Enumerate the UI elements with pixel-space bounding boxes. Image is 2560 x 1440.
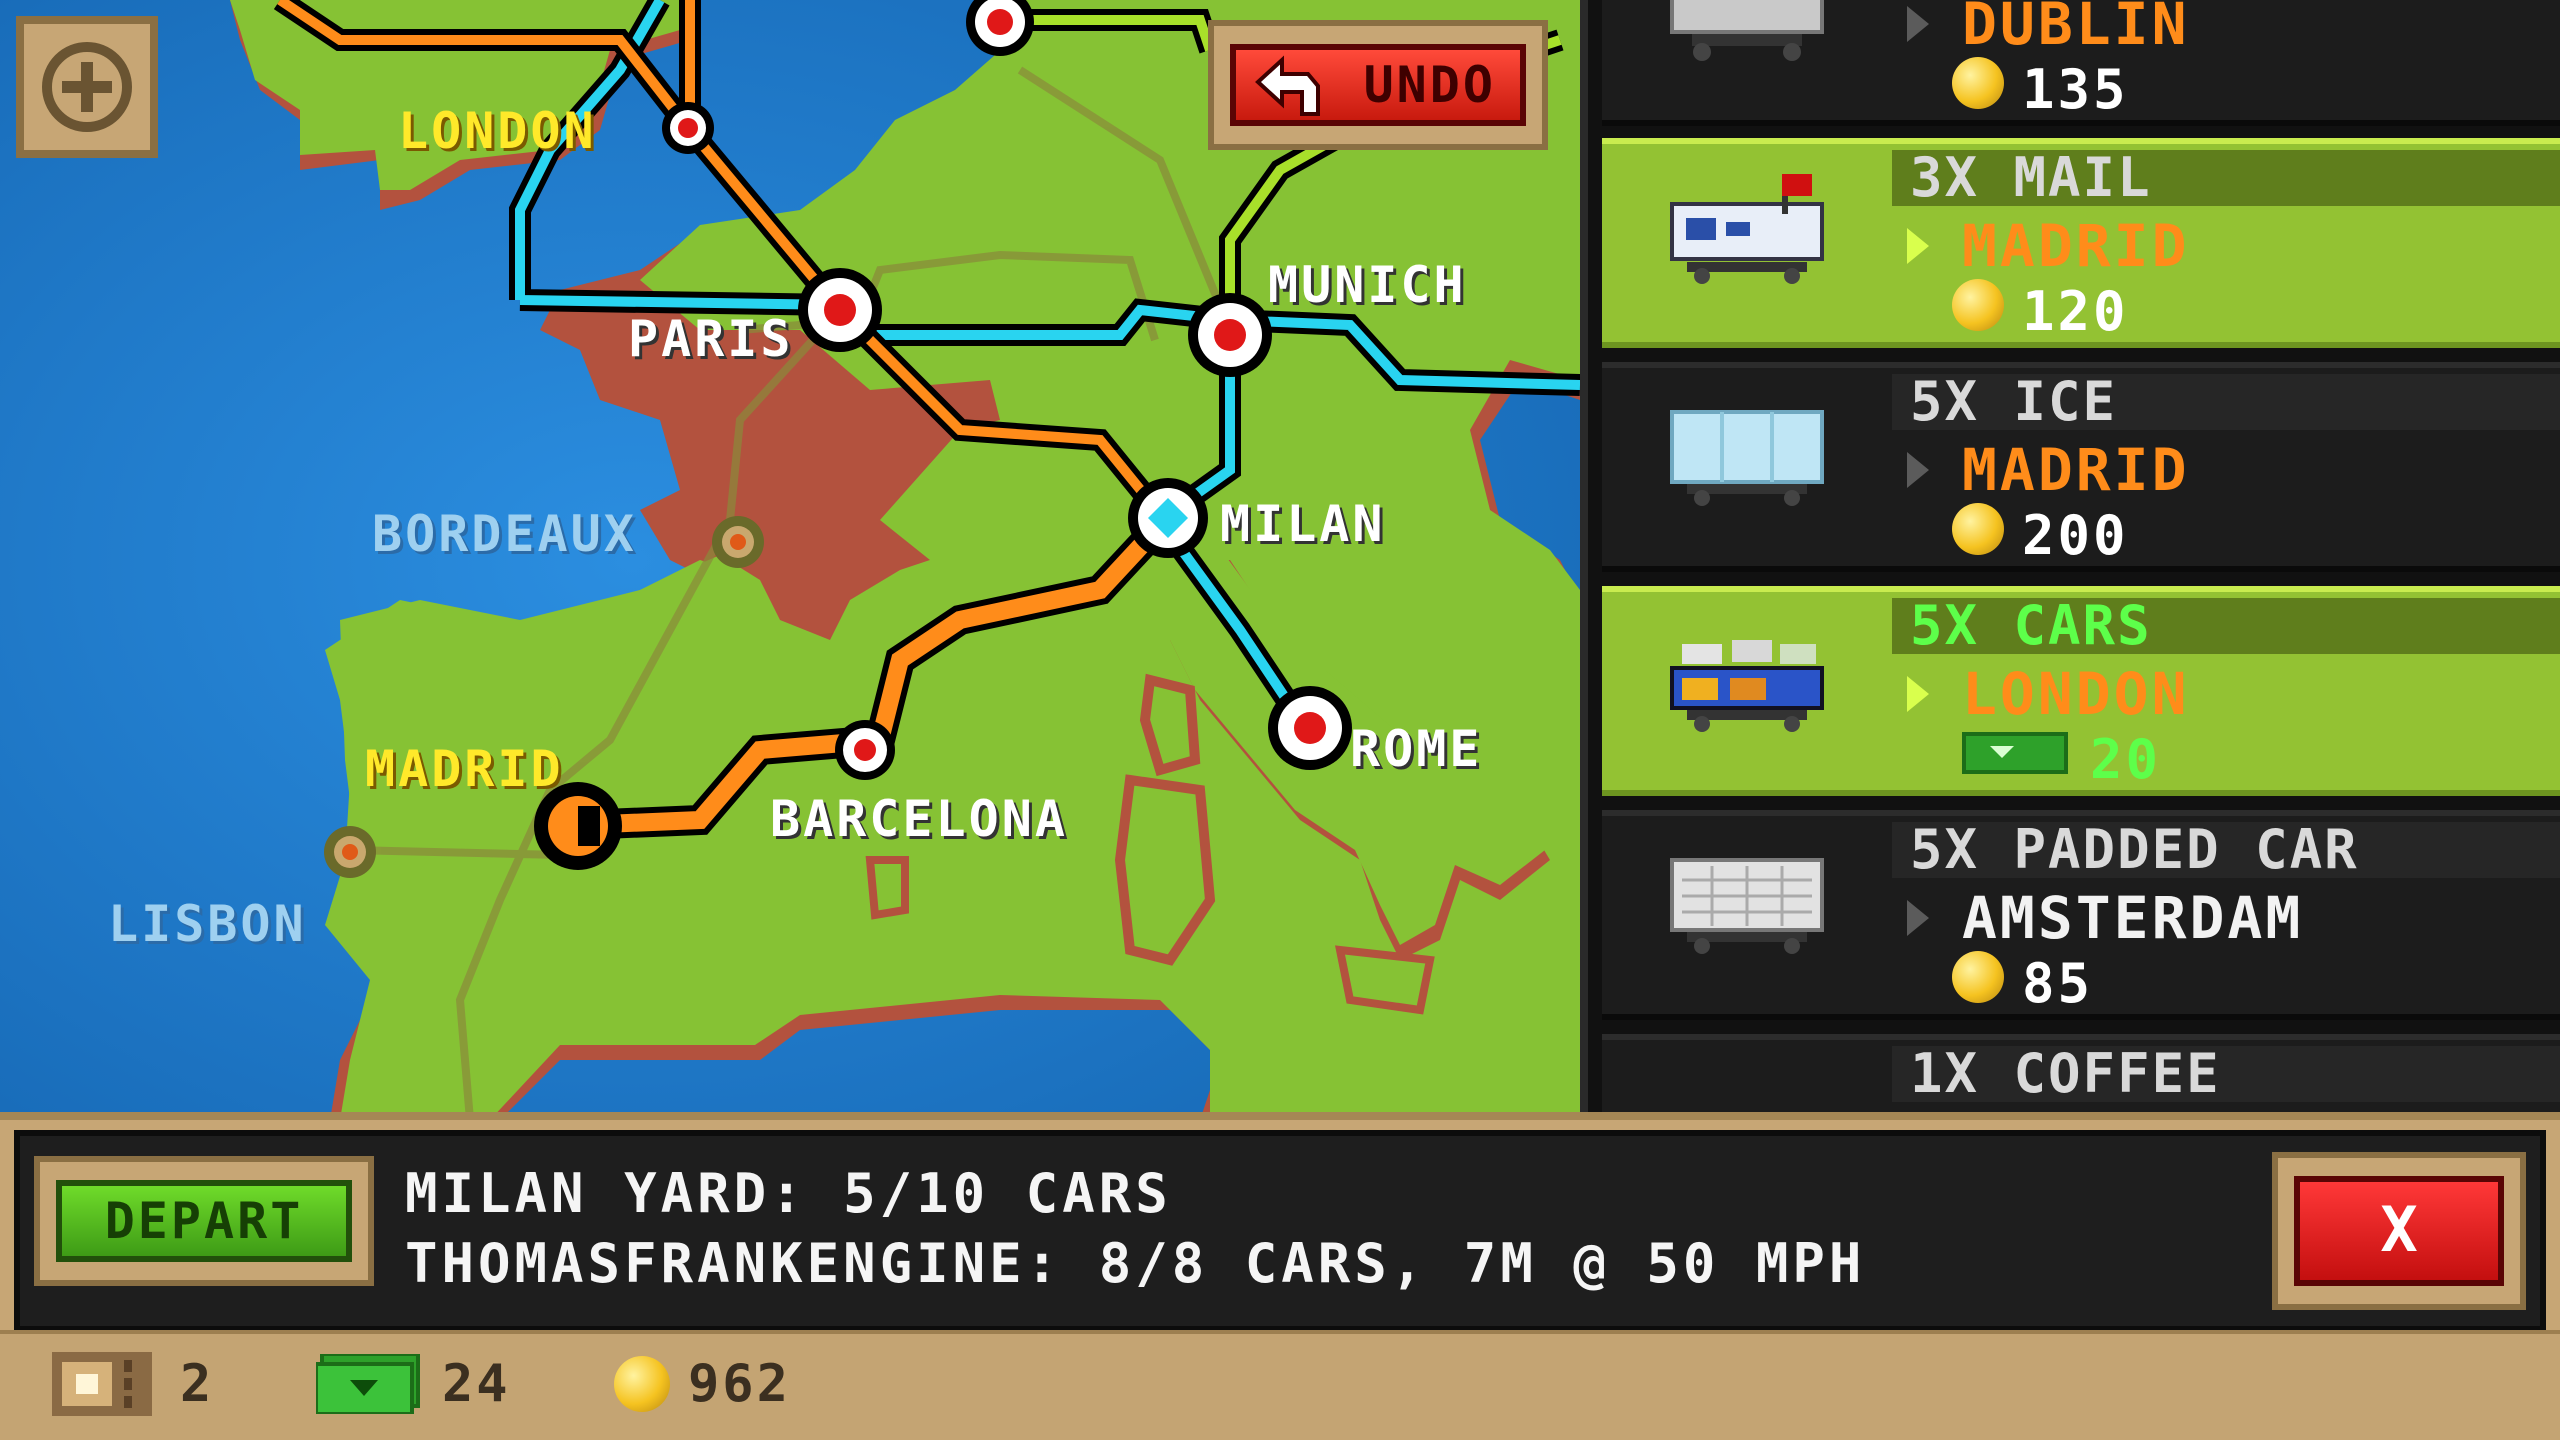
city-label-rome: ROME (1350, 720, 1483, 778)
cash-icon (316, 1354, 420, 1414)
cargo-card-mail[interactable]: 3X MAIL MADRID 120 (1602, 138, 2560, 348)
ticket-icon (52, 1352, 152, 1416)
cargo-payout: 200 (2022, 504, 2129, 567)
cargo-card-padded[interactable]: 5X PADDED CAR AMSTERDAM 85 (1602, 810, 2560, 1020)
cargo-payout: 20 (2090, 728, 2162, 791)
close-button-frame: X (2272, 1152, 2526, 1310)
city-label-london: LONDON (398, 102, 597, 160)
station-bordeaux[interactable] (712, 516, 764, 568)
cargo-arrow-icon (1907, 676, 1929, 712)
cargo-destination: MADRID (1962, 436, 2190, 504)
cargo-payout: 120 (2022, 280, 2129, 343)
coin-icon (1952, 279, 2004, 331)
ice-car-icon (1670, 410, 1824, 506)
station-lisbon[interactable] (324, 826, 376, 878)
cargo-destination: LONDON (1962, 660, 2190, 728)
city-label-lisbon: LISBON (108, 895, 307, 953)
coin-icon (1952, 503, 2004, 555)
mail-car-icon (1670, 174, 1824, 284)
zoom-in-button[interactable] (16, 16, 158, 158)
coin-icon (1952, 57, 2004, 109)
yard-status: MILAN YARD: 5/10 CARS (405, 1162, 1172, 1225)
city-label-barcelona: BARCELONA (770, 790, 1068, 848)
close-button[interactable]: X (2294, 1176, 2504, 1286)
coin-icon (1952, 951, 2004, 1003)
auto-rack-car-icon (1670, 640, 1824, 732)
cargo-quantity: 3X MAIL (1892, 150, 2560, 206)
cargo-quantity: 5X CARS (1892, 598, 2560, 654)
cargo-payout: 85 (2022, 952, 2094, 1015)
info-panel (14, 1130, 2546, 1332)
cargo-arrow-icon (1907, 452, 1929, 488)
cargo-card-cars[interactable]: 5X CARS LONDON 20 (1602, 586, 2560, 796)
cargo-arrow-icon (1907, 228, 1929, 264)
coin-count: 962 (688, 1354, 791, 1414)
city-label-madrid: MADRID (365, 740, 564, 798)
cargo-card-ice[interactable]: 5X ICE MADRID 200 (1602, 362, 2560, 572)
land-balearic (865, 856, 909, 920)
city-label-milan: MILAN (1220, 495, 1386, 553)
depart-button-frame: DEPART (34, 1156, 374, 1286)
city-label-paris: PARIS (628, 310, 794, 368)
undo-button[interactable]: UNDO (1230, 44, 1526, 126)
land-corsica (1139, 673, 1201, 777)
station-rome[interactable] (1268, 686, 1352, 770)
cash-count: 24 (442, 1354, 511, 1414)
ticket-count: 2 (180, 1354, 215, 1414)
cargo-destination: DUBLIN (1962, 0, 2190, 58)
cargo-card-coffee[interactable]: 1X COFFEE (1602, 1034, 2560, 1120)
cargo-destination: MADRID (1962, 212, 2190, 280)
city-label-bordeaux: BORDEAUX (372, 505, 637, 563)
station-milan[interactable] (1128, 478, 1208, 558)
padded-car-icon (1670, 858, 1824, 954)
cargo-destination: AMSTERDAM (1962, 884, 2304, 952)
land-sicily (1335, 945, 1435, 1015)
container-car-icon (1670, 0, 1824, 61)
station-london[interactable] (662, 102, 714, 154)
cargo-quantity: 5X ICE (1892, 374, 2560, 430)
cargo-quantity: 1X COFFEE (1892, 1046, 2560, 1102)
undo-arrow-icon (1255, 55, 1320, 116)
undo-button-frame: UNDO (1208, 20, 1548, 150)
cargo-quantity: 5X PADDED CAR (1892, 822, 2560, 878)
cargo-list[interactable]: DUBLIN 135 3X MAIL MADRID 120 5X ICE MAD… (1580, 0, 2560, 1120)
station-paris[interactable] (798, 268, 882, 352)
depart-button[interactable]: DEPART (56, 1180, 352, 1262)
engine-status: THOMASFRANKENGINE: 8/8 CARS, 7M @ 50 MPH (405, 1232, 1866, 1295)
city-label-munich: MUNICH (1268, 256, 1467, 314)
coin-icon (614, 1356, 670, 1412)
undo-label: UNDO (1363, 56, 1496, 114)
station-munich[interactable] (1188, 293, 1272, 377)
station-barcelona[interactable] (835, 720, 895, 780)
plus-icon (42, 42, 132, 132)
cargo-arrow-icon (1907, 6, 1929, 42)
cash-icon (1962, 732, 2068, 774)
cargo-card-dublin[interactable]: DUBLIN 135 (1602, 0, 2560, 126)
cargo-arrow-icon (1907, 900, 1929, 936)
cargo-payout: 135 (2022, 58, 2129, 121)
